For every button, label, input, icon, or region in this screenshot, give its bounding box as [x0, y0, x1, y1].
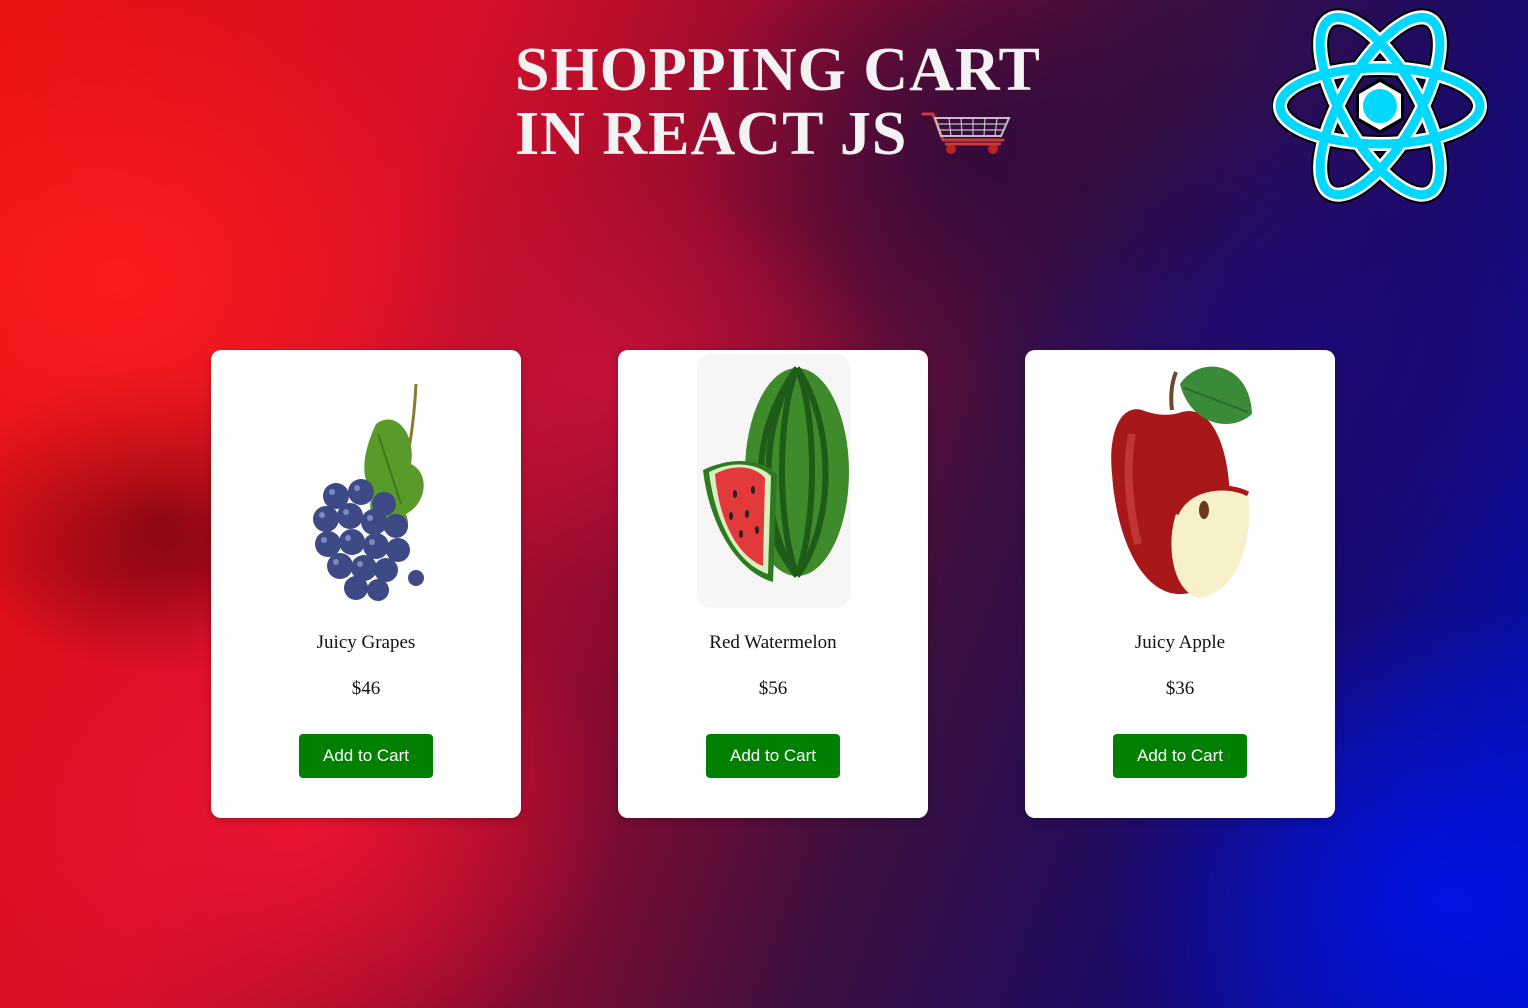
- title-line-2: IN REACT JS: [515, 102, 1041, 166]
- product-name: Juicy Grapes: [316, 632, 416, 653]
- product-price: $36: [1165, 678, 1195, 699]
- product-card-watermelon: Red Watermelon $56 Add to Cart: [618, 350, 928, 818]
- shopping-cart-icon: [921, 106, 1013, 158]
- product-name: Red Watermelon: [709, 632, 837, 653]
- product-price: $46: [351, 678, 381, 699]
- react-logo-icon: [1271, 8, 1489, 204]
- title-line-1: SHOPPING CART: [515, 36, 1041, 104]
- grapes-image: [266, 354, 466, 608]
- product-card-grapes: Juicy Grapes $46 Add to Cart: [211, 350, 521, 818]
- title-line-2-text: IN REACT JS: [515, 100, 908, 168]
- watermelon-image: [697, 354, 850, 608]
- add-to-cart-button[interactable]: Add to Cart: [299, 734, 433, 778]
- add-to-cart-button[interactable]: Add to Cart: [706, 734, 840, 778]
- add-to-cart-button[interactable]: Add to Cart: [1113, 734, 1247, 778]
- apple-image: [1080, 354, 1280, 608]
- product-name: Juicy Apple: [1134, 632, 1226, 653]
- product-card-apple: Juicy Apple $36 Add to Cart: [1025, 350, 1335, 818]
- page-title: SHOPPING CART IN REACT JS: [515, 38, 1041, 166]
- product-price: $56: [758, 678, 788, 699]
